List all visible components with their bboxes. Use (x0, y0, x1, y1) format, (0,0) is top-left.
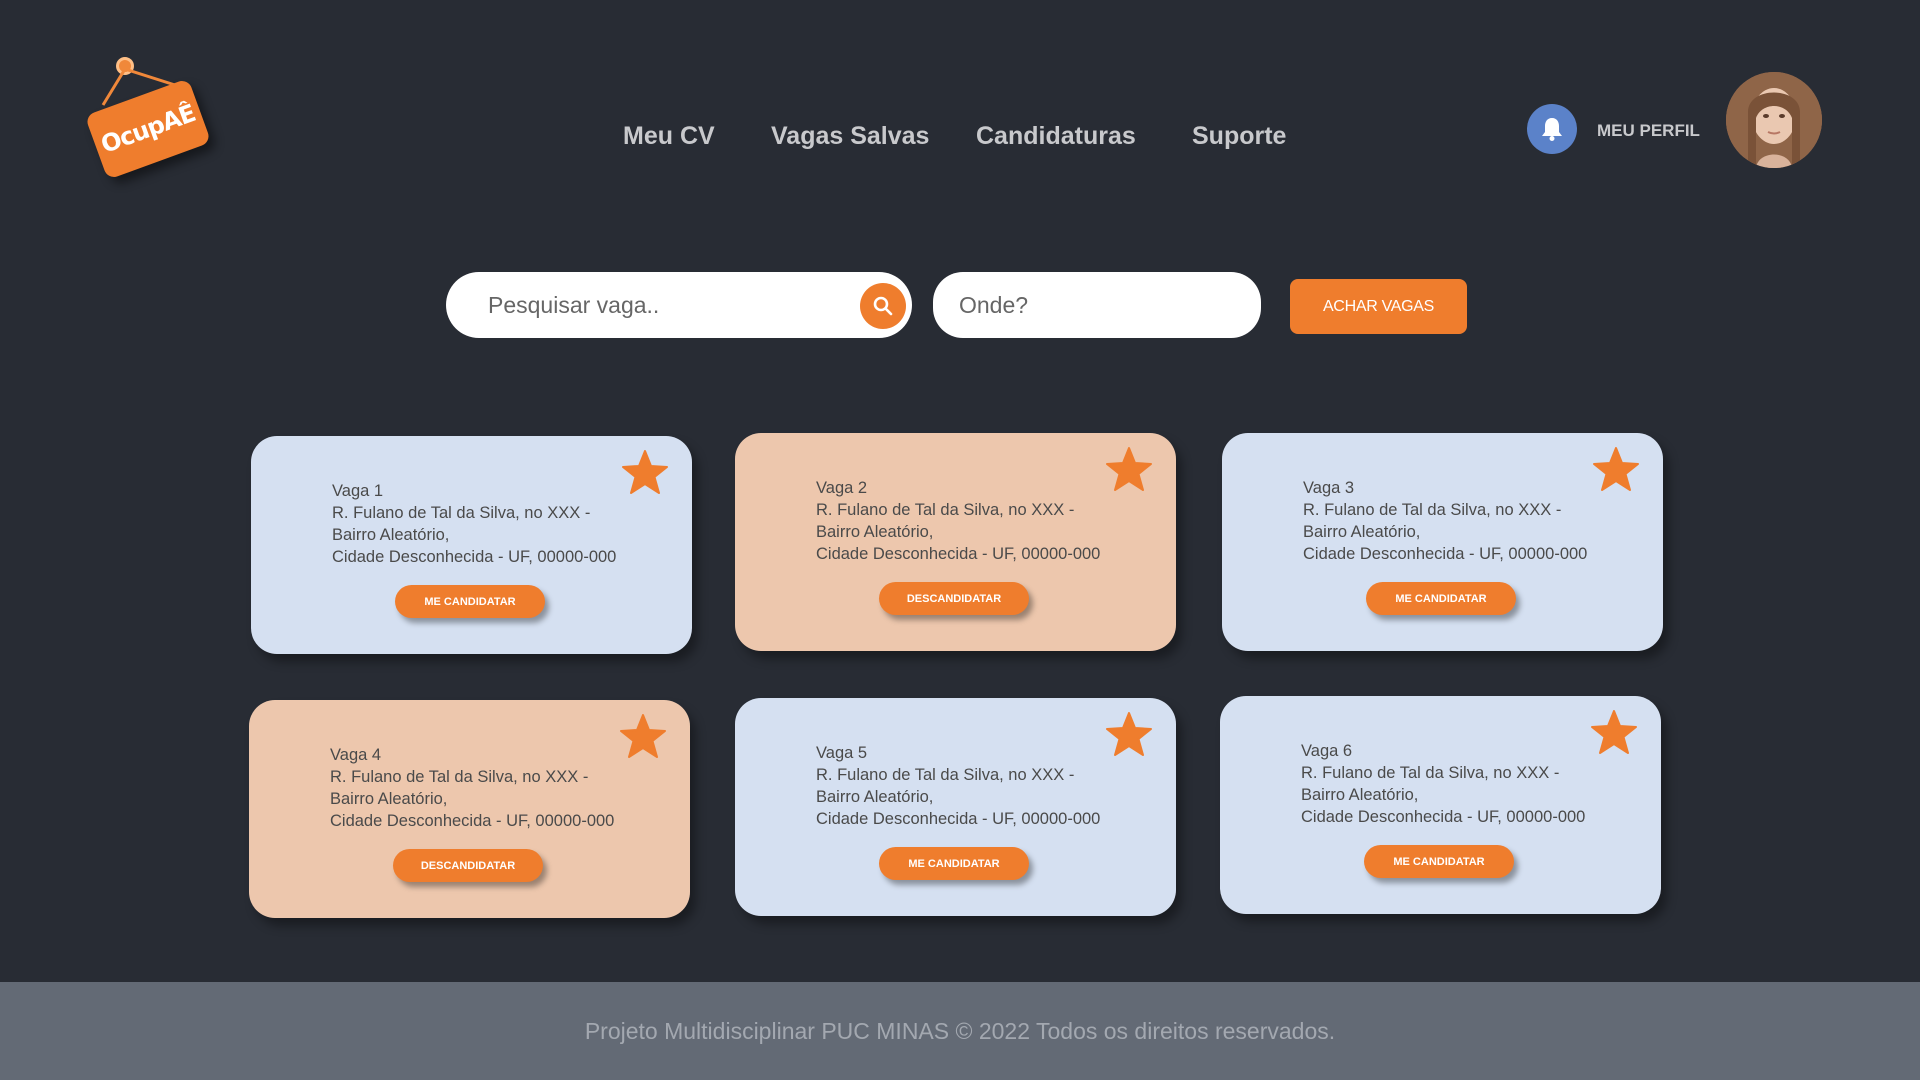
withdraw-button[interactable]: DESCANDIDATAR (393, 849, 543, 882)
job-title: Vaga 6 (1301, 742, 1353, 760)
job-address-line: Bairro Aleatório, (1301, 786, 1419, 804)
search-button[interactable] (860, 283, 906, 329)
bell-icon (1542, 118, 1562, 141)
nav-suporte[interactable]: Suporte (1192, 122, 1286, 151)
job-address-line: Bairro Aleatório, (816, 523, 934, 541)
app-logo[interactable]: OcupAÊ (84, 55, 215, 180)
footer-copyright: Projeto Multidisciplinar PUC MINAS © 202… (584, 1017, 1336, 1044)
star-icon[interactable] (1591, 445, 1641, 495)
job-address-line: Cidade Desconhecida - UF, 00000-000 (816, 545, 1101, 563)
job-address-line: R. Fulano de Tal da Silva, no XXX - (816, 501, 1075, 519)
job-search-box (446, 272, 912, 338)
job-address-line: Cidade Desconhecida - UF, 00000-000 (332, 548, 617, 566)
withdraw-button[interactable]: DESCANDIDATAR (879, 582, 1029, 615)
star-icon[interactable] (618, 712, 668, 762)
star-icon[interactable] (1104, 445, 1154, 495)
apply-button[interactable]: ME CANDIDATAR (1364, 845, 1514, 878)
job-address-line: R. Fulano de Tal da Silva, no XXX - (332, 504, 591, 522)
job-address-line: R. Fulano de Tal da Silva, no XXX - (1303, 501, 1562, 519)
job-card-5: Vaga 5 R. Fulano de Tal da Silva, no XXX… (735, 698, 1176, 916)
job-card-text: Vaga 4 R. Fulano de Tal da Silva, no XXX… (330, 744, 614, 832)
job-address-line: Bairro Aleatório, (332, 526, 450, 544)
location-input[interactable] (959, 288, 1239, 322)
job-title: Vaga 2 (816, 479, 868, 497)
search-icon (873, 296, 893, 316)
nav-candidaturas[interactable]: Candidaturas (976, 122, 1136, 151)
job-address-line: Cidade Desconhecida - UF, 00000-000 (1301, 808, 1586, 826)
job-address-line: R. Fulano de Tal da Silva, no XXX - (330, 768, 589, 786)
job-title: Vaga 3 (1303, 479, 1355, 497)
nav-vagas-salvas[interactable]: Vagas Salvas (771, 122, 929, 151)
location-search-box (933, 272, 1261, 338)
job-address-line: Bairro Aleatório, (1303, 523, 1421, 541)
job-card-text: Vaga 5 R. Fulano de Tal da Silva, no XXX… (816, 742, 1100, 830)
apply-button[interactable]: ME CANDIDATAR (395, 585, 545, 618)
avatar[interactable] (1726, 72, 1822, 168)
job-address-line: Bairro Aleatório, (816, 788, 934, 806)
star-icon[interactable] (1589, 708, 1639, 758)
job-card-text: Vaga 1 R. Fulano de Tal da Silva, no XXX… (332, 480, 616, 568)
job-card-text: Vaga 2 R. Fulano de Tal da Silva, no XXX… (816, 477, 1100, 565)
job-address-line: Cidade Desconhecida - UF, 00000-000 (816, 810, 1101, 828)
apply-button[interactable]: ME CANDIDATAR (879, 847, 1029, 880)
job-card-6: Vaga 6 R. Fulano de Tal da Silva, no XXX… (1220, 696, 1661, 914)
find-jobs-button[interactable]: ACHAR VAGAS (1290, 279, 1467, 334)
job-card-4: Vaga 4 R. Fulano de Tal da Silva, no XXX… (249, 700, 690, 918)
my-profile-link[interactable]: MEU PERFIL (1597, 121, 1700, 141)
job-address-line: Cidade Desconhecida - UF, 00000-000 (1303, 545, 1588, 563)
job-card-text: Vaga 6 R. Fulano de Tal da Silva, no XXX… (1301, 740, 1585, 828)
apply-button[interactable]: ME CANDIDATAR (1366, 582, 1516, 615)
nav-meu-cv[interactable]: Meu CV (623, 122, 715, 151)
job-card-1: Vaga 1 R. Fulano de Tal da Silva, no XXX… (251, 436, 692, 654)
job-address-line: R. Fulano de Tal da Silva, no XXX - (816, 766, 1075, 784)
job-title: Vaga 1 (332, 482, 384, 500)
job-address-line: R. Fulano de Tal da Silva, no XXX - (1301, 764, 1560, 782)
job-card-text: Vaga 3 R. Fulano de Tal da Silva, no XXX… (1303, 477, 1587, 565)
job-search-input[interactable] (488, 288, 848, 322)
job-title: Vaga 5 (816, 744, 868, 762)
notifications-button[interactable] (1527, 104, 1577, 154)
job-card-3: Vaga 3 R. Fulano de Tal da Silva, no XXX… (1222, 433, 1663, 651)
job-address-line: Bairro Aleatório, (330, 790, 448, 808)
star-icon[interactable] (1104, 710, 1154, 760)
job-address-line: Cidade Desconhecida - UF, 00000-000 (330, 812, 615, 830)
star-icon[interactable] (620, 448, 670, 498)
job-title: Vaga 4 (330, 746, 382, 764)
footer: Projeto Multidisciplinar PUC MINAS © 202… (0, 982, 1920, 1080)
avatar-image (1726, 72, 1822, 168)
job-card-2: Vaga 2 R. Fulano de Tal da Silva, no XXX… (735, 433, 1176, 651)
